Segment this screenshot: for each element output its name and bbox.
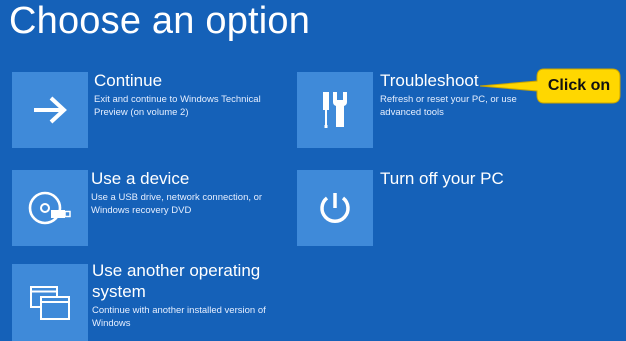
turn-off-option[interactable]: Turn off your PC [297, 168, 537, 246]
use-device-tile[interactable] [12, 170, 88, 246]
continue-description: Exit and continue to Windows Technical P… [94, 94, 261, 118]
page-title: Choose an option [9, 0, 311, 42]
callout-text: Click on [547, 77, 611, 94]
continue-label[interactable]: Continue [94, 70, 282, 91]
another-os-option[interactable]: Use another operating system Continue wi… [12, 261, 282, 341]
turn-off-label[interactable]: Turn off your PC [380, 168, 530, 189]
windows-stack-icon [28, 284, 72, 322]
use-device-description: Use a USB drive, network connection, or … [91, 192, 263, 216]
continue-option[interactable]: Continue Exit and continue to Windows Te… [12, 70, 282, 148]
use-device-option[interactable]: Use a device Use a USB drive, network co… [12, 168, 282, 246]
troubleshoot-tile[interactable] [297, 72, 373, 148]
turn-off-tile[interactable] [297, 170, 373, 246]
arrow-right-icon [30, 95, 70, 125]
use-device-label[interactable]: Use a device [91, 168, 282, 189]
click-on-callout: Click on [480, 67, 626, 107]
disc-icon [27, 188, 73, 228]
another-os-label[interactable]: Use another operating system [92, 260, 282, 302]
power-icon [315, 188, 355, 228]
another-os-tile[interactable] [12, 264, 88, 341]
tools-icon [317, 89, 353, 131]
another-os-description: Continue with another installed version … [92, 305, 266, 329]
continue-tile[interactable] [12, 72, 88, 148]
